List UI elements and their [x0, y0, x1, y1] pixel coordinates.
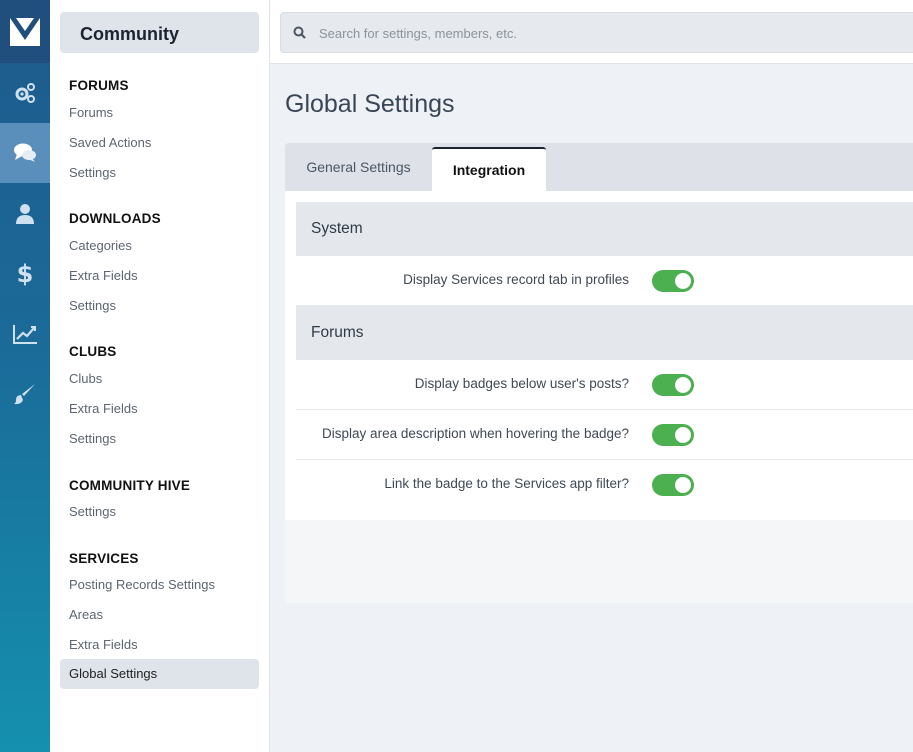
search-box — [280, 12, 913, 53]
setting-row-badges-below-posts: Display badges below user's posts? — [296, 360, 913, 410]
rail-item-stats[interactable] — [0, 304, 50, 364]
logo-icon — [10, 17, 40, 46]
tab-integration[interactable]: Integration — [432, 147, 546, 191]
page-title: Global Settings — [285, 90, 455, 118]
menu-link-areas[interactable]: Areas — [69, 607, 103, 622]
chart-line-icon — [13, 325, 37, 344]
menu-link-posting-records-settings[interactable]: Posting Records Settings — [69, 577, 215, 592]
toggle-knob — [675, 427, 691, 443]
toggle-area-description-hover[interactable] — [652, 424, 694, 446]
setting-label: Display area description when hovering t… — [322, 426, 629, 441]
toggle-badges-below-posts[interactable] — [652, 374, 694, 396]
menu-link-downloads-extra-fields[interactable]: Extra Fields — [69, 268, 138, 283]
menu-title: Community — [80, 24, 179, 44]
toggle-knob — [675, 377, 691, 393]
group-title-forums: Forums — [311, 324, 364, 341]
toggle-services-record-tab[interactable] — [652, 270, 694, 292]
setting-label: Display Services record tab in profiles — [403, 272, 629, 287]
rail-item-customization[interactable] — [0, 364, 50, 424]
section-title-services: SERVICES — [69, 551, 139, 566]
section-title-forums: FORUMS — [69, 78, 129, 93]
section-title-downloads: DOWNLOADS — [69, 211, 161, 226]
top-search-bar — [270, 0, 913, 64]
section-title-community-hive: COMMUNITY HIVE — [69, 478, 191, 493]
group-header-forums: Forums — [296, 306, 913, 360]
toggle-link-badge-filter[interactable] — [652, 474, 694, 496]
gears-icon — [15, 83, 35, 103]
menu-link-saved-actions[interactable]: Saved Actions — [69, 135, 151, 150]
menu-link-forums[interactable]: Forums — [69, 105, 113, 120]
rail-item-system[interactable] — [0, 63, 50, 123]
menu-link-global-settings[interactable]: Global Settings — [60, 659, 259, 689]
icon-rail: $ — [0, 0, 50, 752]
section-menu: Community FORUMS Forums Saved Actions Se… — [50, 0, 270, 752]
tab-general-settings[interactable]: General Settings — [285, 143, 432, 191]
menu-header: Community — [60, 12, 259, 53]
section-title-clubs: CLUBS — [69, 344, 117, 359]
setting-label: Display badges below user's posts? — [414, 376, 629, 391]
menu-link-categories[interactable]: Categories — [69, 238, 132, 253]
toggle-knob — [675, 273, 691, 289]
dollar-icon: $ — [16, 260, 34, 288]
menu-link-clubs[interactable]: Clubs — [69, 371, 102, 386]
setting-row-area-description-hover: Display area description when hovering t… — [296, 410, 913, 460]
brush-icon — [14, 384, 35, 405]
setting-row-services-record-tab: Display Services record tab in profiles — [296, 256, 913, 306]
menu-link-hive-settings[interactable]: Settings — [69, 504, 116, 519]
setting-label: Link the badge to the Services app filte… — [384, 476, 629, 491]
search-icon — [293, 26, 306, 39]
chat-icon — [14, 143, 36, 162]
search-input[interactable] — [319, 21, 879, 45]
app-logo[interactable] — [0, 0, 50, 63]
menu-link-forums-settings[interactable]: Settings — [69, 165, 116, 180]
rail-item-community[interactable] — [0, 123, 50, 183]
group-title-system: System — [311, 220, 363, 237]
menu-link-services-extra-fields[interactable]: Extra Fields — [69, 637, 138, 652]
menu-link-clubs-settings[interactable]: Settings — [69, 431, 116, 446]
menu-link-downloads-settings[interactable]: Settings — [69, 298, 116, 313]
group-header-system: System — [296, 202, 913, 256]
rail-item-members[interactable] — [0, 184, 50, 244]
tab-bar: General Settings Integration — [285, 143, 913, 191]
user-icon — [16, 204, 34, 224]
rail-item-commerce[interactable]: $ — [0, 244, 50, 304]
menu-link-clubs-extra-fields[interactable]: Extra Fields — [69, 401, 138, 416]
setting-row-link-badge-filter: Link the badge to the Services app filte… — [296, 460, 913, 510]
toggle-knob — [675, 477, 691, 493]
